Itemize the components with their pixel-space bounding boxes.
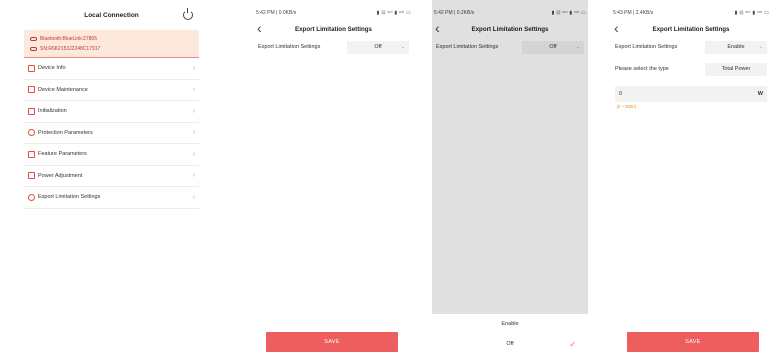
page-header: ‹ Export Limitation Settings: [254, 20, 413, 38]
row-label: Export Limitation Settings: [258, 44, 321, 50]
row-label: Please select the type: [615, 66, 669, 72]
info-circle-icon: [28, 193, 35, 201]
page-title: Export Limitation Settings: [294, 25, 372, 33]
menu-item-protection-parameters[interactable]: Protection Parameters ›: [24, 123, 199, 144]
link-icon: [30, 37, 37, 41]
menu-item-label: Device Info: [38, 65, 66, 72]
row-label: Export Limitation Settings: [615, 44, 678, 50]
bluetooth-id: Bluetooth:BlueLink:27805: [40, 36, 97, 42]
back-arrow-icon[interactable]: ‹: [614, 20, 619, 36]
menu-item-label: Protection Parameters: [38, 129, 93, 136]
save-button[interactable]: SAVE: [627, 332, 759, 352]
protection-icon: [28, 129, 35, 137]
status-bar: 5:42 PM | 0.0KB/s ▮ ⊡ ᵛᵒˡ ▮ ᵛᵒˡ ▭: [254, 6, 413, 20]
input-value: 0: [619, 91, 623, 97]
chevron-right-icon: ›: [192, 172, 195, 180]
chevron-down-icon: ⌄: [758, 44, 763, 50]
page-header: Local Connection: [24, 0, 199, 30]
page-title: Local Connection: [84, 11, 139, 19]
option-off[interactable]: Off ✓: [432, 334, 588, 354]
status-icons: ▮ ⊡ ᵛᵒˡ ▮ ᵛᵒˡ ▭: [734, 10, 769, 16]
chevron-right-icon: ›: [192, 107, 195, 115]
menu-item-label: Initialization: [38, 108, 67, 115]
chevron-down-icon: ⌄: [400, 44, 405, 50]
menu-item-label: Device Maintenance: [38, 86, 88, 93]
back-arrow-icon[interactable]: ‹: [257, 20, 262, 36]
user-icon: [28, 107, 35, 115]
check-icon: ✓: [569, 339, 576, 349]
serial-icon: [30, 47, 37, 51]
limit-type-row: Please select the type Total Power: [611, 60, 771, 78]
status-icons: ▮ ⊡ ᵛᵒˡ ▮ ᵛᵒˡ ▭: [376, 10, 411, 16]
export-limitation-row: Export Limitation Settings Enable ⌄: [611, 38, 771, 56]
menu-item-power-adjustment[interactable]: Power Adjustment ›: [24, 166, 199, 187]
chevron-right-icon: ›: [192, 64, 195, 72]
menu-item-device-info[interactable]: Device Info ›: [24, 58, 199, 80]
option-label: Off: [506, 341, 514, 347]
chevron-right-icon: ›: [192, 86, 195, 94]
modal-backdrop[interactable]: [432, 0, 588, 314]
export-limitation-select[interactable]: Enable ⌄: [705, 40, 767, 54]
menu-item-export-limitation[interactable]: Export Limitation Settings ›: [24, 187, 199, 209]
chart-icon: [28, 172, 35, 180]
select-value: Enable: [727, 44, 745, 50]
page-header: ‹ Export Limitation Settings: [611, 20, 771, 38]
limit-type-select[interactable]: Total Power: [705, 62, 767, 76]
export-limitation-row: Export Limitation Settings Off ⌄: [254, 38, 413, 56]
status-bar: 5:43 PM | 2.4KB/s ▮ ⊡ ᵛᵒˡ ▮ ᵛᵒˡ ▭: [611, 6, 771, 20]
wrench-icon: [28, 86, 35, 94]
chevron-right-icon: ›: [192, 150, 195, 158]
chevron-right-icon: ›: [192, 193, 195, 201]
bluetooth-line: Bluetooth:BlueLink:27805: [30, 34, 193, 44]
export-limitation-select[interactable]: Off ⌄: [347, 40, 409, 54]
power-limit-input[interactable]: 0 W: [615, 86, 767, 102]
export-limitation-screen-off: 5:42 PM | 0.0KB/s ▮ ⊡ ᵛᵒˡ ▮ ᵛᵒˡ ▭ ‹ Expo…: [254, 0, 413, 354]
sn-line: SN:R6K2153J2248C17917: [30, 44, 193, 54]
info-icon: [28, 64, 35, 72]
serial-number: SN:R6K2153J2248C17917: [40, 46, 101, 52]
select-value: Off: [374, 44, 382, 50]
status-time: 5:43 PM | 2.4KB/s: [613, 10, 654, 16]
briefcase-icon: [28, 150, 35, 158]
power-icon[interactable]: [183, 8, 193, 20]
menu-item-label: Export Limitation Settings: [38, 194, 101, 201]
menu-item-feature-parameters[interactable]: Feature Parameters ›: [24, 144, 199, 166]
local-connection-screen: Local Connection Bluetooth:BlueLink:2780…: [24, 0, 199, 354]
page-title: Export Limitation Settings: [652, 25, 730, 33]
export-limitation-screen-enabled: 5:43 PM | 2.4KB/s ▮ ⊡ ᵛᵒˡ ▮ ᵛᵒˡ ▭ ‹ Expo…: [611, 0, 771, 354]
menu-item-label: Power Adjustment: [38, 172, 83, 179]
option-enable[interactable]: Enable: [432, 314, 588, 334]
menu-item-label: Feature Parameters: [38, 151, 87, 158]
range-hint: [0 ~ 5000]: [617, 104, 636, 109]
status-time: 5:42 PM | 0.0KB/s: [256, 10, 297, 16]
option-label: Enable: [501, 321, 519, 327]
export-limitation-screen-picker: 5:42 PM | 0.2KB/s ▮ ⊡ ᵛᵒˡ ▮ ᵛᵒˡ ▭ ‹ Expo…: [432, 0, 588, 354]
chevron-right-icon: ›: [192, 129, 195, 137]
menu-item-device-maintenance[interactable]: Device Maintenance ›: [24, 80, 199, 101]
option-picker-sheet: Enable Off ✓: [432, 314, 588, 354]
menu-item-initialization[interactable]: Initialization ›: [24, 101, 199, 123]
save-button[interactable]: SAVE: [266, 332, 398, 352]
input-unit: W: [757, 91, 763, 97]
device-connection-banner: Bluetooth:BlueLink:27805 SN:R6K2153J2248…: [24, 30, 199, 58]
